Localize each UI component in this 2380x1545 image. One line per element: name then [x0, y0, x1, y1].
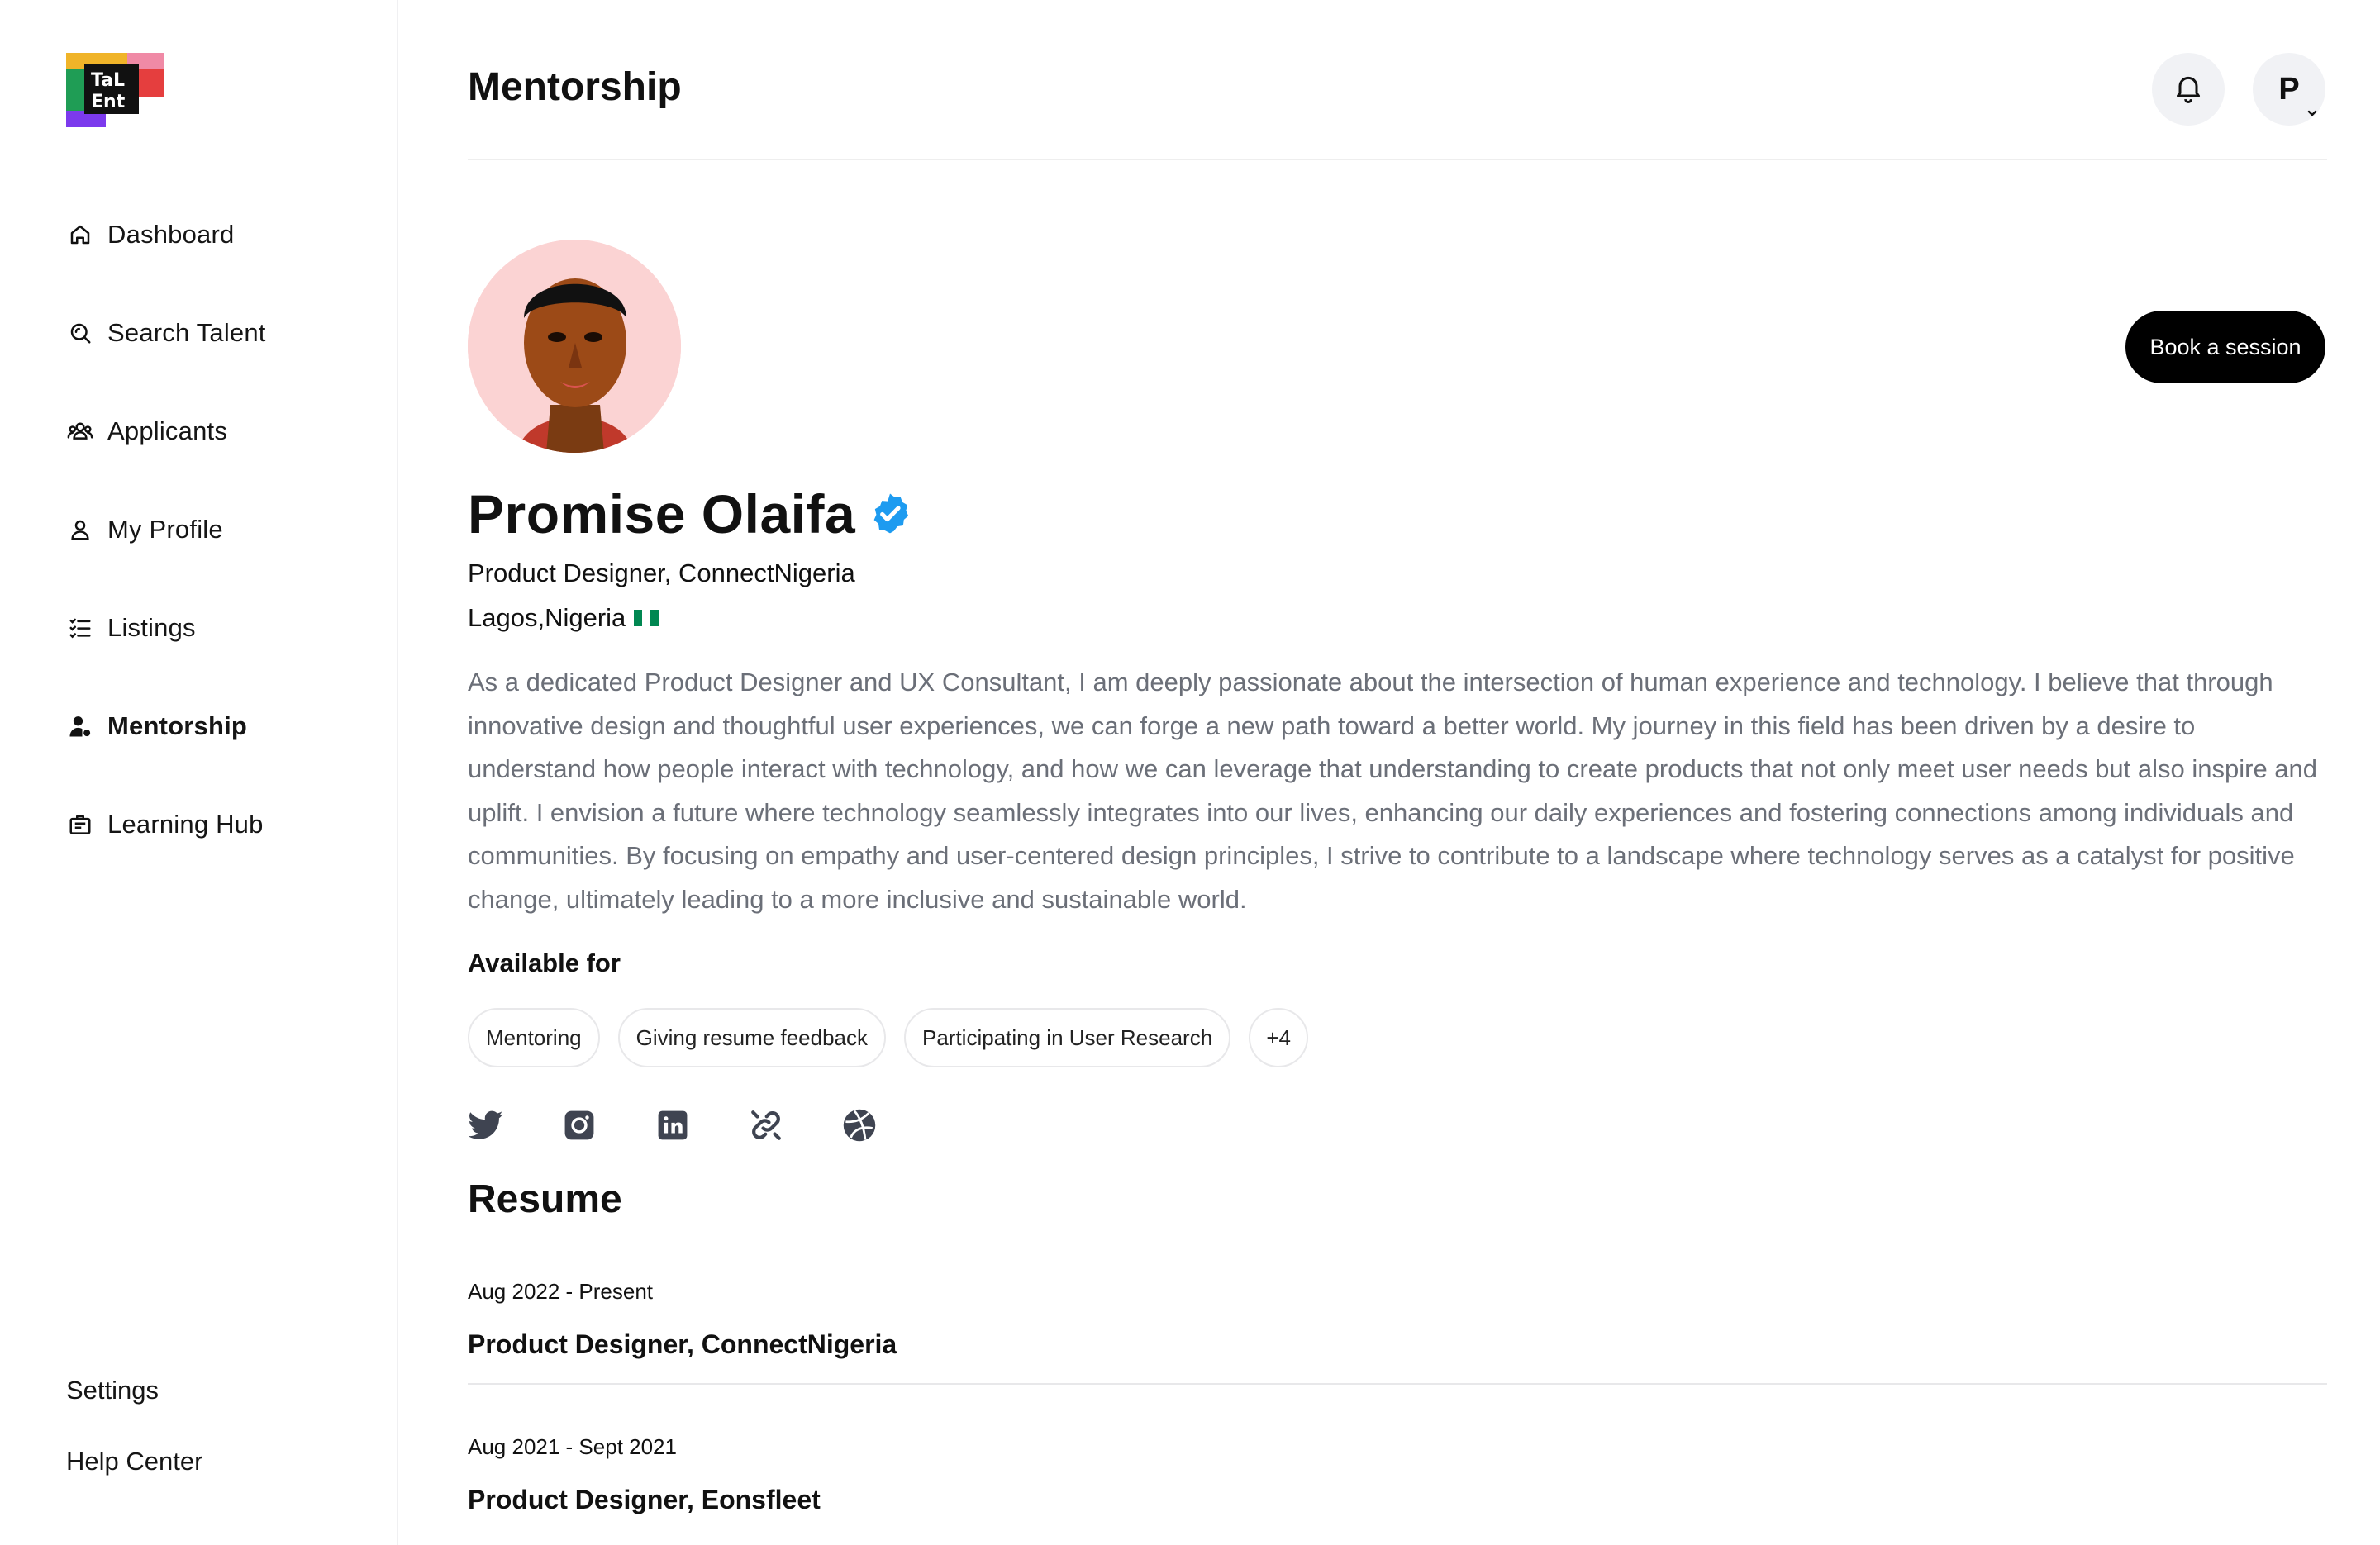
bell-icon [2172, 71, 2205, 108]
resume-heading: Resume [468, 1177, 622, 1221]
sidebar-item-label: Applicants [107, 416, 228, 445]
resume-date: Aug 2022 - Present [468, 1279, 654, 1304]
location-text: Lagos,Nigeria [468, 603, 626, 632]
sidebar-item-listings[interactable]: Listings [66, 598, 266, 658]
page-title: Mentorship [468, 65, 682, 109]
sidebar-item-label: Search Talent [107, 318, 266, 347]
chip-more[interactable]: +4 [1249, 1008, 1309, 1067]
sidebar-item-label: Listings [107, 613, 196, 642]
twitter-icon[interactable] [468, 1107, 504, 1143]
resume-date: Aug 2021 - Sept 2021 [468, 1434, 677, 1459]
profile-name-row: Promise Olaifa [468, 483, 913, 545]
briefcase-icon [66, 811, 94, 839]
profile-photo [468, 240, 681, 453]
page-header: Mentorship P [468, 0, 2327, 160]
verified-badge-icon [867, 491, 913, 537]
sidebar-item-applicants[interactable]: Applicants [66, 402, 266, 461]
list-icon [66, 614, 94, 642]
sidebar-footer: Settings Help Center [66, 1355, 202, 1497]
resume-role: Product Designer, ConnectNigeria [468, 1329, 897, 1359]
user-menu-button[interactable]: P [2253, 53, 2325, 126]
profile-role: Product Designer, ConnectNigeria [468, 559, 855, 587]
link-icon[interactable] [748, 1107, 784, 1143]
svg-text:TaL: TaL [91, 70, 125, 91]
social-links [468, 1107, 935, 1143]
svg-text:Ent: Ent [91, 92, 126, 112]
avatar: P [2278, 71, 2300, 107]
sidebar-item-label: Mentorship [107, 711, 248, 740]
sidebar-item-search-talent[interactable]: Search Talent [66, 303, 266, 363]
available-for-heading: Available for [468, 948, 621, 977]
profile-bio: As a dedicated Product Designer and UX C… [468, 668, 2318, 914]
sidebar-item-dashboard[interactable]: Dashboard [66, 205, 266, 264]
book-session-button[interactable]: Book a session [2125, 311, 2325, 383]
resume-role: Product Designer, Eonsfleet [468, 1485, 821, 1514]
sidebar-item-label: Dashboard [107, 220, 235, 249]
chip-resume-feedback[interactable]: Giving resume feedback [617, 1008, 886, 1067]
sidebar-item-label: My Profile [107, 515, 223, 544]
available-for-chips: Mentoring Giving resume feedback Partici… [468, 1008, 1326, 1067]
sidebar-item-label: Learning Hub [107, 810, 264, 839]
sidebar-item-mentorship[interactable]: Mentorship [66, 696, 266, 756]
nigeria-flag-icon [634, 610, 659, 626]
settings-link[interactable]: Settings [66, 1355, 202, 1426]
resume-entry: Aug 2022 - Present Product Designer, Con… [468, 1279, 2327, 1385]
linkedin-icon[interactable] [654, 1107, 691, 1143]
notifications-button[interactable] [2152, 53, 2225, 126]
user-icon [66, 516, 94, 544]
chevron-down-icon [2306, 107, 2319, 122]
chip-user-research[interactable]: Participating in User Research [904, 1008, 1231, 1067]
dribbble-icon[interactable] [841, 1107, 878, 1143]
chip-mentoring[interactable]: Mentoring [468, 1008, 600, 1067]
sidebar-item-my-profile[interactable]: My Profile [66, 500, 266, 559]
sidebar-nav: Dashboard Search Talent Applicants My Pr… [66, 205, 266, 893]
talent-logo[interactable]: TaL Ent [66, 53, 164, 127]
mentor-icon [66, 712, 94, 740]
help-center-link[interactable]: Help Center [66, 1426, 202, 1497]
users-icon [66, 417, 94, 445]
resume-entry: Aug 2021 - Sept 2021 Product Designer, E… [468, 1434, 2327, 1515]
profile-location: Lagos,Nigeria [468, 603, 659, 633]
sidebar-item-learning-hub[interactable]: Learning Hub [66, 795, 266, 854]
home-icon [66, 221, 94, 249]
instagram-icon[interactable] [561, 1107, 597, 1143]
sidebar: TaL Ent Dashboard Search Talent Applican… [0, 0, 398, 1545]
search-icon [66, 319, 94, 347]
profile-name: Promise Olaifa [468, 483, 856, 544]
